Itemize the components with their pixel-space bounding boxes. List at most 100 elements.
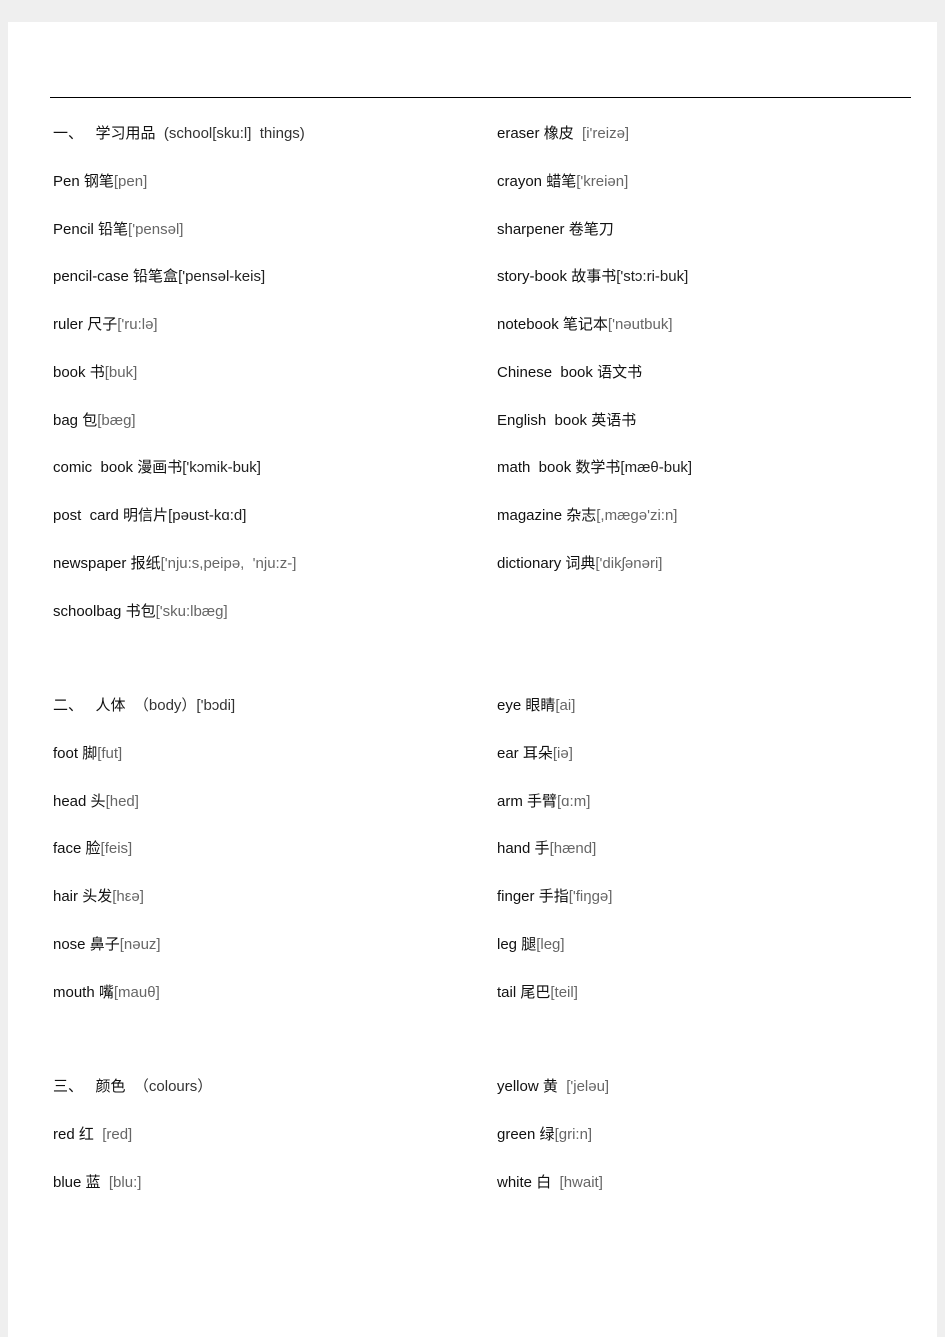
section-title-zh: 学习用品: [95, 125, 156, 142]
right-column: eraser 橡皮 [i'reizə] crayon 蜡笔['kreiən] sha…: [497, 124, 692, 602]
word-phonetic: [red]: [93, 1125, 133, 1143]
vocab-item: bag 包[bæg]: [53, 411, 305, 459]
vocab-item: green 绿[gri:n]: [497, 1125, 609, 1173]
word-english: dictionary: [497, 554, 566, 572]
vocab-item: foot 脚[fut]: [53, 744, 235, 792]
vocab-item: notebook 笔记本['nəutbuk]: [497, 315, 692, 363]
word-phonetic: [iə]: [552, 744, 573, 762]
word-chinese: 耳朵: [522, 744, 553, 762]
word-phonetic: ['jeləu]: [557, 1078, 610, 1095]
vocab-item: newspaper 报纸['nju:s,peipə, 'nju:z-]: [53, 554, 305, 602]
word-chinese: 铅笔盒: [133, 268, 179, 286]
header-rule: [50, 97, 911, 98]
word-english: notebook: [497, 316, 563, 333]
vocab-item: mouth 嘴[mauθ]: [53, 983, 235, 1031]
word-english: Chinese book: [497, 363, 598, 381]
section-title-zh: 人体: [95, 697, 126, 714]
word-chinese: 手: [534, 840, 550, 858]
vocab-item: Chinese book 语文书: [497, 363, 692, 411]
word-chinese: 手指: [538, 888, 569, 905]
vocab-item: leg 腿[leg]: [497, 935, 612, 983]
vocab-item: sharpener 卷笔刀: [497, 220, 692, 268]
word-english: schoolbag: [53, 602, 126, 620]
word-chinese: 故事书: [571, 268, 617, 286]
word-chinese: 蓝: [85, 1173, 101, 1191]
section-number: 一、: [53, 125, 84, 142]
vocab-item: white 白 [hwait]: [497, 1173, 609, 1221]
word-phonetic: ['nju:s,peipə, 'nju:z-]: [160, 554, 297, 572]
word-phonetic: ['pensəl-keis]: [178, 268, 266, 286]
word-chinese: 漫画书: [137, 459, 183, 477]
vocab-item: eye 眼睛[ai]: [497, 696, 612, 744]
vocab-item: nose 鼻子[nəuz]: [53, 935, 235, 983]
vocab-item: hand 手[hænd]: [497, 839, 612, 887]
word-chinese: 卷笔刀: [568, 220, 614, 238]
word-chinese: 笔记本: [562, 316, 608, 333]
vocab-item: head 头[hed]: [53, 792, 235, 840]
word-chinese: 手臂: [527, 792, 558, 810]
vocab-item: crayon 蜡笔['kreiən]: [497, 172, 692, 220]
word-english: sharpener: [497, 220, 569, 238]
vocab-item: red 红 [red]: [53, 1125, 212, 1173]
vocab-item: dictionary 词典['dikʃənəri]: [497, 554, 692, 602]
word-phonetic: [,mægə'zi:n]: [596, 507, 678, 524]
word-english: math book: [497, 459, 576, 477]
word-english: English book: [497, 411, 592, 429]
vocab-item: schoolbag 书包['sku:lbæg]: [53, 602, 305, 650]
section-header: 二、 人体 （body）['bɔdi]: [53, 696, 235, 744]
word-english: green: [497, 1125, 540, 1143]
word-chinese: 脸: [85, 840, 101, 858]
word-chinese: 明信片: [123, 507, 169, 524]
word-english: story-book: [497, 268, 572, 286]
word-english: comic book: [53, 459, 138, 477]
word-chinese: 书包: [125, 602, 156, 620]
vocab-item: hair 头发[hεə]: [53, 887, 235, 935]
vocab-item: math book 数学书[mæθ-buk]: [497, 458, 692, 506]
left-column: 一、 学习用品 (school[sku:l] things) Pen 钢笔[pen…: [53, 124, 305, 649]
right-column: eye 眼睛[ai] ear 耳朵[iə] arm 手臂[ɑ:m] hand 手[hæ…: [497, 696, 612, 1030]
vocab-item: Pen 钢笔[pen]: [53, 172, 305, 220]
word-english: bag: [53, 411, 83, 429]
vocab-item: story-book 故事书['stɔ:ri-buk]: [497, 267, 692, 315]
section-title-en: （body）['bɔdi]: [133, 697, 236, 714]
word-phonetic: [ai]: [555, 697, 576, 714]
word-english: nose: [53, 935, 90, 953]
word-english: mouth: [53, 983, 99, 1001]
word-chinese: 头: [90, 792, 106, 810]
word-phonetic: [gri:n]: [554, 1125, 593, 1143]
vocab-item: book 书[buk]: [53, 363, 305, 411]
word-english: eraser: [497, 125, 544, 142]
word-phonetic: [bæg]: [97, 411, 136, 429]
word-phonetic: [leg]: [536, 935, 565, 953]
word-phonetic: ['fiŋgə]: [568, 888, 613, 905]
word-phonetic: [pen]: [113, 172, 148, 190]
word-chinese: 绿: [539, 1125, 555, 1143]
word-chinese: 鼻子: [89, 935, 120, 953]
word-chinese: 橡皮: [543, 125, 574, 142]
word-chinese: 铅笔: [98, 220, 129, 238]
word-chinese: 报纸: [130, 554, 161, 572]
right-column: yellow 黄 ['jeləu] green 绿[gri:n] white 白 […: [497, 1077, 609, 1220]
word-english: hand: [497, 840, 535, 858]
word-chinese: 蜡笔: [546, 172, 577, 190]
word-phonetic: [ɑ:m]: [557, 792, 591, 810]
word-chinese: 腿: [521, 935, 537, 953]
word-chinese: 包: [82, 411, 98, 429]
word-phonetic: ['pensəl]: [128, 220, 184, 238]
word-phonetic: [hwait]: [551, 1173, 603, 1191]
section-header: 一、 学习用品 (school[sku:l] things): [53, 124, 305, 172]
word-english: arm: [497, 792, 527, 810]
word-phonetic: ['ru:lə]: [117, 316, 158, 333]
word-chinese: 杂志: [566, 507, 597, 524]
word-chinese: 钢笔: [83, 172, 114, 190]
vocab-item: post card 明信片[pəust-kɑ:d]: [53, 506, 305, 554]
word-phonetic: [pəust-kɑ:d]: [168, 507, 247, 524]
vocab-item: ear 耳朵[iə]: [497, 744, 612, 792]
word-phonetic: [mæθ-buk]: [620, 459, 693, 477]
word-english: yellow: [497, 1078, 543, 1095]
word-english: Pen: [53, 172, 84, 190]
left-column: 二、 人体 （body）['bɔdi] foot 脚[fut] head 头[hed…: [53, 696, 235, 1030]
word-phonetic: ['stɔ:ri-buk]: [616, 268, 689, 286]
vocab-item: yellow 黄 ['jeləu]: [497, 1077, 609, 1125]
word-english: crayon: [497, 172, 547, 190]
